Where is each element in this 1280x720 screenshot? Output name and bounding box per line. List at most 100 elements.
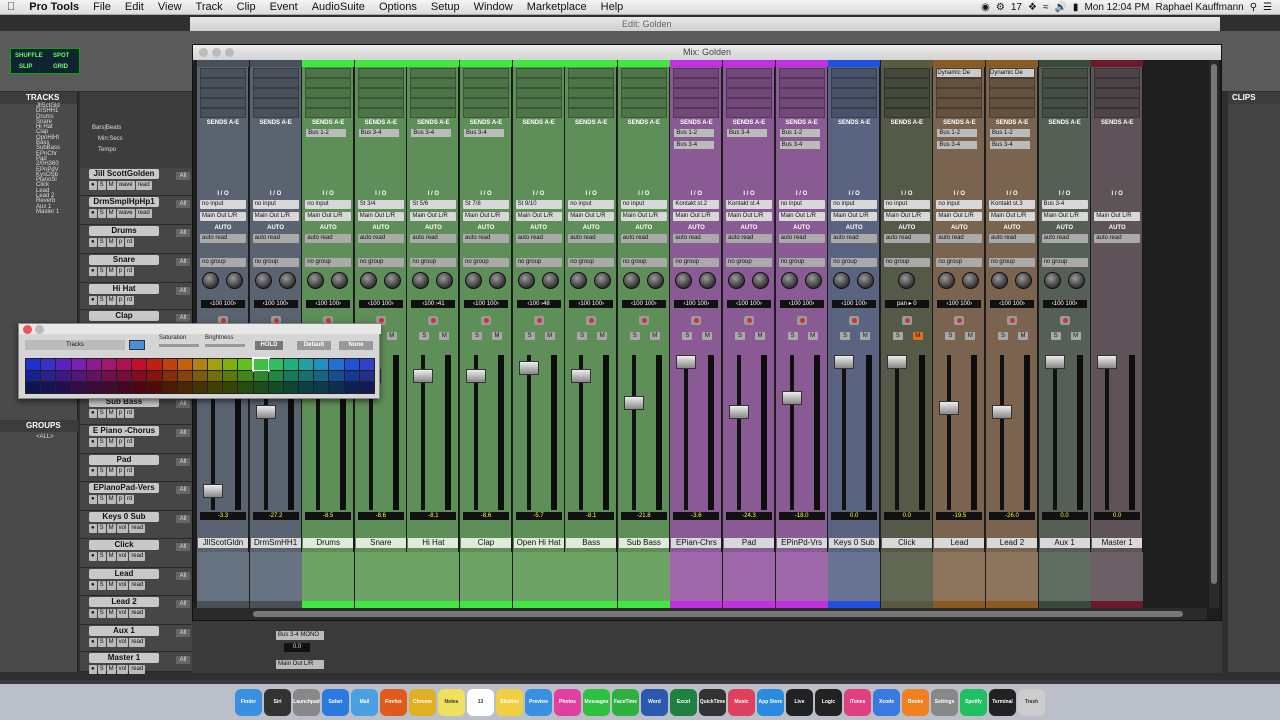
insert-slot[interactable] [252,68,299,78]
insert-slot[interactable] [305,78,352,88]
comments-area[interactable] [828,552,881,601]
solo-button[interactable]: S [97,495,106,504]
edit-track-name[interactable]: Lead [89,569,159,579]
record-enable-button[interactable] [744,316,754,325]
group-all[interactable]: <ALL> [36,434,54,440]
horizontal-scrollbar[interactable] [193,608,1207,620]
color-swatch[interactable] [132,359,147,370]
color-swatch[interactable] [86,382,101,393]
automation-mode-select[interactable]: auto read [936,234,983,243]
pan-knob-right[interactable] [699,272,717,289]
volume-fader[interactable] [1044,355,1065,369]
send-slot[interactable]: Bus 3-4 [464,129,504,137]
insert-slot[interactable] [410,108,457,118]
comments-area[interactable] [775,552,828,601]
automation-mode-select[interactable]: auto read [410,234,457,243]
pan-knob-left[interactable] [622,272,640,289]
menu-track[interactable]: Track [189,1,230,13]
volume-fader[interactable] [518,360,539,375]
minimize-button[interactable] [212,48,221,57]
insert-slot[interactable] [357,108,404,118]
insert-slot[interactable] [1041,68,1088,78]
comments-area[interactable] [617,552,670,601]
record-enable-button[interactable]: ● [89,238,97,247]
solo-button[interactable]: S [419,332,430,340]
pan-knob-right[interactable] [331,272,349,289]
record-enable-button[interactable]: ● [89,467,97,476]
color-swatch[interactable] [86,359,101,370]
output-selector[interactable]: Main Out L/R [936,212,983,221]
color-swatch[interactable] [41,370,56,382]
insert-slot[interactable] [252,78,299,88]
track-name-button[interactable]: EPian-Chrs [671,538,722,548]
insert-slot[interactable] [726,108,772,118]
insert-slot[interactable] [1094,98,1141,108]
menu-file[interactable]: File [86,1,118,13]
send-slot[interactable]: Bus 3-4 [937,141,978,149]
input-selector[interactable]: Kontakt st.4 [726,200,772,209]
solo-button[interactable]: S [97,552,106,561]
color-swatch[interactable] [86,370,101,382]
pan-knob-left[interactable] [517,272,535,289]
groups-header[interactable]: GROUPS [0,420,78,432]
record-enable-button[interactable] [533,316,544,325]
color-swatch[interactable] [238,359,253,370]
pan-knob-left[interactable] [1043,272,1061,289]
automation-mode-select[interactable]: read [129,581,146,590]
insert-slot[interactable] [252,108,299,118]
menu-audiosuite[interactable]: AudioSuite [305,1,372,13]
edit-track-name[interactable]: Hi Hat [89,284,159,294]
color-swatch[interactable] [329,382,344,393]
group-selector[interactable]: no group [778,258,825,267]
menu-app-name[interactable]: Pro Tools [22,1,86,13]
pan-knob-left[interactable] [465,272,482,289]
color-swatch[interactable] [56,370,71,382]
edit-mode-selector[interactable]: SHUFFLE SPOT SLIP GRID [10,48,80,74]
pan-knob-left[interactable] [254,272,272,289]
insert-slot[interactable] [1094,108,1141,118]
group-selector[interactable]: no group [620,258,667,267]
automation-mode-select[interactable]: auto read [1041,234,1088,243]
dock-icon-excel[interactable]: Excel [670,688,697,716]
insert-slot[interactable] [357,68,404,78]
color-swatch[interactable] [208,370,223,382]
mute-button[interactable]: M [106,209,116,218]
color-swatch[interactable] [268,382,283,393]
record-enable-button[interactable]: ● [89,181,97,190]
group-selector[interactable]: no group [305,258,352,267]
insert-slot[interactable] [357,78,404,88]
solo-button[interactable]: S [945,332,956,340]
scrollbar-thumb[interactable] [253,611,1183,617]
input-selector[interactable]: no input [883,200,930,209]
input-selector[interactable]: St 3/4 [357,200,404,209]
group-selector[interactable]: no group [831,258,878,267]
color-swatch[interactable] [71,370,86,382]
automation-mode-select[interactable]: auto read [463,234,509,243]
send-slot[interactable]: Bus 3-4 [358,129,399,137]
color-swatch[interactable] [56,382,71,393]
record-enable-button[interactable] [1059,316,1070,325]
mute-button[interactable]: M [1070,332,1081,340]
input-selector[interactable]: no input [778,200,825,209]
solo-button[interactable]: S [97,665,106,674]
mute-button[interactable]: M [106,267,116,276]
insert-slot[interactable] [883,78,930,88]
color-swatch[interactable] [238,382,253,393]
color-swatch[interactable] [117,359,132,370]
track-view-select[interactable]: vol [116,638,129,647]
pan-knob-left[interactable] [780,272,798,289]
color-swatch[interactable] [268,359,283,370]
automation-mode-select[interactable]: auto read [778,234,825,243]
pan-knob-left[interactable] [938,272,956,289]
color-swatch[interactable] [132,370,147,382]
slip-mode[interactable]: SLIP [19,64,32,70]
pan-knob-right[interactable] [489,272,506,289]
edit-track-name[interactable]: Click [89,540,159,550]
automation-mode-select[interactable]: auto read [1094,234,1141,243]
insert-slot[interactable]: Dynamic De [936,68,983,78]
automation-mode-select[interactable]: rd [124,495,135,504]
pan-knob-right[interactable] [226,272,243,289]
record-enable-button[interactable] [586,316,597,325]
pan-knob-right[interactable] [594,272,612,289]
mute-button[interactable]: M [106,467,116,476]
